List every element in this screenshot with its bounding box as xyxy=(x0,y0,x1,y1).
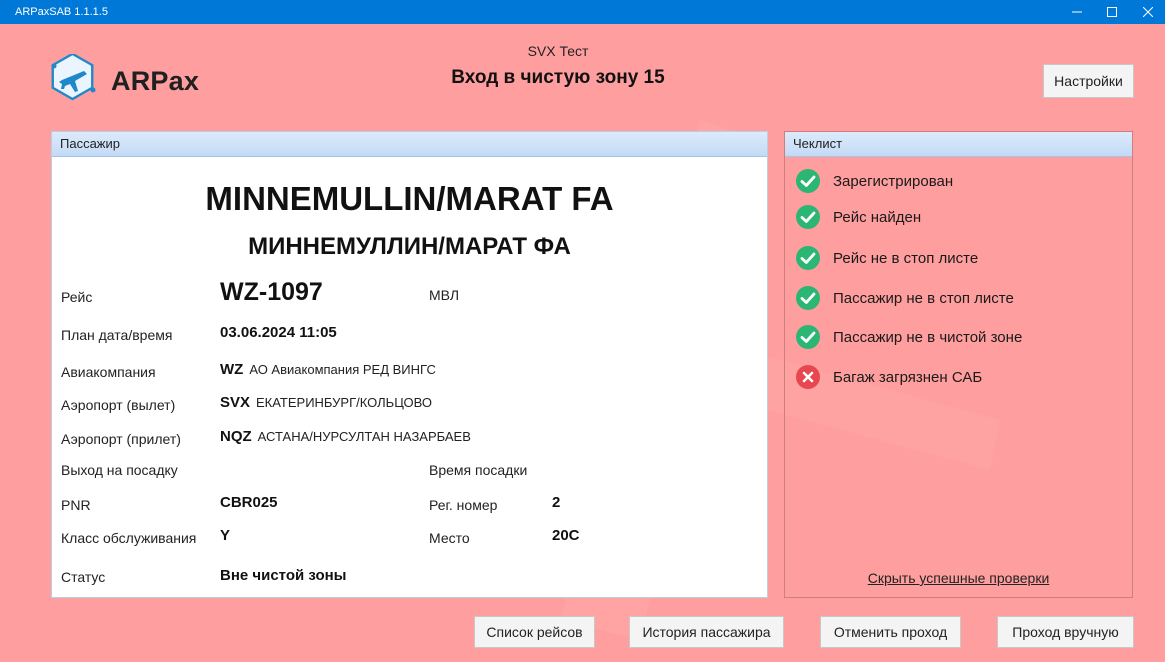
check-item-label: Пассажир не в стоп листе xyxy=(833,289,1014,307)
flights-list-button[interactable]: Список рейсов xyxy=(474,616,595,648)
arrival-value: NQZ АСТАНА/НУРСУЛТАН НАЗАРБАЕВ xyxy=(220,428,471,445)
maximize-icon xyxy=(1107,7,1117,17)
maximize-button[interactable] xyxy=(1095,0,1129,24)
check-item-passenger-not-stoplist: Пассажир не в стоп листе xyxy=(795,285,1014,311)
check-item-baggage-contaminated: Багаж загрязнен САБ xyxy=(795,364,982,390)
minimize-button[interactable] xyxy=(1060,0,1094,24)
passenger-name-latin: MINNEMULLIN/MARAT FA xyxy=(205,180,614,217)
status-label: Статус xyxy=(61,569,106,585)
settings-button[interactable]: Настройки xyxy=(1043,64,1134,98)
check-circle-icon xyxy=(796,205,820,229)
check-item-label: Рейс найден xyxy=(833,208,922,226)
checklist-panel: Чеклист Зарегистрирован Рейс найден Рейс… xyxy=(784,131,1133,598)
app-window: ARPaxSAB 1.1.1.5 ARPax SVX Тест Вход в ч… xyxy=(0,0,1165,662)
zone-title: Вход в чистую зону 15 xyxy=(451,67,665,88)
check-item-label: Пассажир не в чистой зоне xyxy=(833,328,1023,346)
check-circle-icon xyxy=(796,169,820,193)
seat-label: Место xyxy=(429,530,470,546)
arrival-label: Аэропорт (прилет) xyxy=(61,431,181,447)
flight-value: WZ-1097 xyxy=(220,278,323,306)
airline-value: WZ АО Авиакомпания РЕД ВИНГС xyxy=(220,361,436,378)
seat-value: 20C xyxy=(552,527,580,544)
passenger-panel-title: Пассажир xyxy=(52,132,767,157)
check-item-flight-not-stoplist: Рейс не в стоп листе xyxy=(795,245,978,271)
check-item-flight-found: Рейс найден xyxy=(795,204,921,230)
close-button[interactable] xyxy=(1131,0,1165,24)
window-title: ARPaxSAB 1.1.1.5 xyxy=(15,6,108,18)
title-bar[interactable]: ARPaxSAB 1.1.1.5 xyxy=(0,0,1165,24)
planned-label: План дата/время xyxy=(61,327,173,343)
boarding-time-label: Время посадки xyxy=(429,462,528,478)
pnr-value: CBR025 xyxy=(220,494,278,511)
close-icon xyxy=(1143,7,1153,17)
pnr-label: PNR xyxy=(61,497,91,513)
departure-name: ЕКАТЕРИНБУРГ/КОЛЬЦОВО xyxy=(256,395,432,410)
check-item-passenger-not-clean-zone: Пассажир не в чистой зоне xyxy=(795,324,1022,350)
service-class-label: Класс обслуживания xyxy=(61,530,197,546)
gate-label: Выход на посадку xyxy=(61,462,178,478)
check-item-label: Зарегистрирован xyxy=(833,172,954,190)
passenger-name-cyrillic: МИННЕМУЛЛИН/МАРАТ ФА xyxy=(248,233,571,260)
passenger-history-button[interactable]: История пассажира xyxy=(629,616,784,648)
check-circle-icon xyxy=(796,246,820,270)
environment-label: SVX Тест xyxy=(527,43,589,59)
reg-number-label: Рег. номер xyxy=(429,497,498,513)
arrival-name: АСТАНА/НУРСУЛТАН НАЗАРБАЕВ xyxy=(257,429,471,444)
minimize-icon xyxy=(1072,11,1082,13)
service-class-value: Y xyxy=(220,527,231,544)
reg-number-value: 2 xyxy=(552,494,561,511)
airline-label: Авиакомпания xyxy=(61,364,156,380)
check-circle-icon xyxy=(796,286,820,310)
manual-pass-button[interactable]: Проход вручную xyxy=(997,616,1134,648)
airline-name: АО Авиакомпания РЕД ВИНГС xyxy=(249,362,436,377)
error-circle-icon xyxy=(796,365,820,389)
check-item-registered: Зарегистрирован xyxy=(795,168,953,194)
check-circle-icon xyxy=(796,325,820,349)
departure-label: Аэропорт (вылет) xyxy=(61,397,176,413)
checklist-panel-title: Чеклист xyxy=(785,132,1132,157)
airline-code: WZ xyxy=(220,361,244,378)
check-item-label: Багаж загрязнен САБ xyxy=(833,368,983,386)
departure-code: SVX xyxy=(220,394,251,411)
cancel-pass-button[interactable]: Отменить проход xyxy=(820,616,961,648)
status-value: Вне чистой зоны xyxy=(220,567,347,584)
check-item-label: Рейс не в стоп листе xyxy=(833,249,979,267)
departure-value: SVX ЕКАТЕРИНБУРГ/КОЛЬЦОВО xyxy=(220,394,432,411)
passenger-panel: Пассажир MINNEMULLIN/MARAT FA МИННЕМУЛЛИ… xyxy=(51,131,768,598)
flight-extra: МВЛ xyxy=(429,287,460,303)
arrival-code: NQZ xyxy=(220,428,252,445)
planned-value: 03.06.2024 11:05 xyxy=(220,324,337,341)
flight-label: Рейс xyxy=(61,289,93,305)
hide-successful-checks-link[interactable]: Скрыть успешные проверки xyxy=(785,570,1132,586)
